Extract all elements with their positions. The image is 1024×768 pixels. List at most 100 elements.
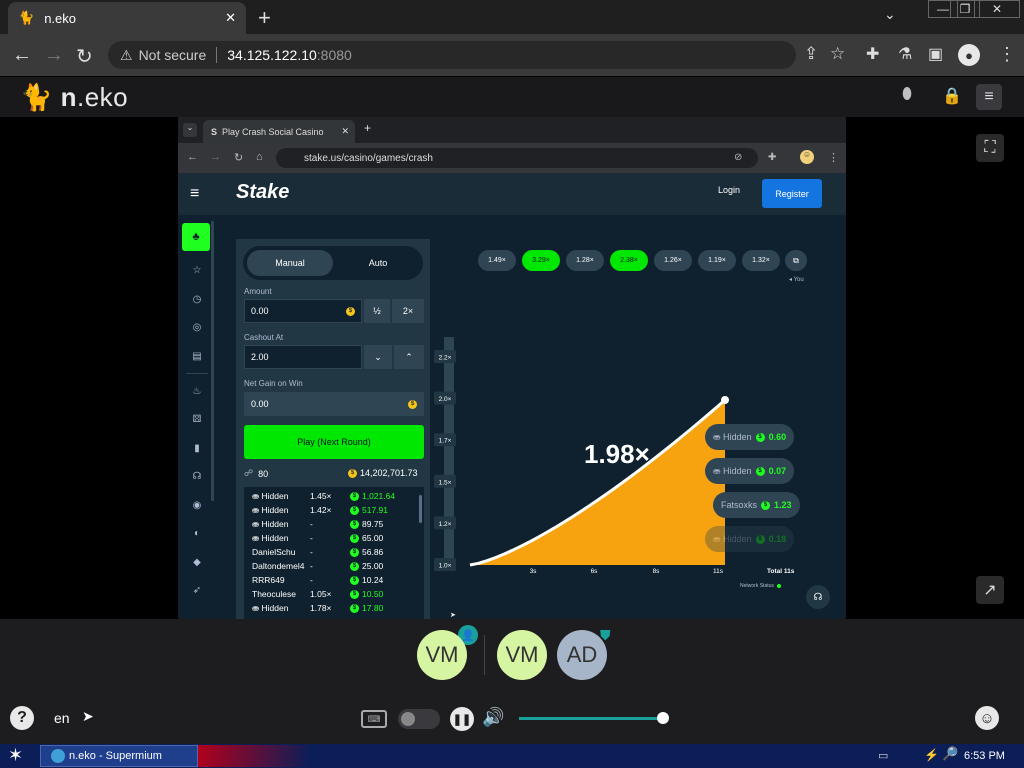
history-pill[interactable]: 1.32× (742, 250, 780, 271)
back-icon[interactable]: ← (12, 44, 32, 67)
history-pill[interactable]: 2.38× (610, 250, 648, 271)
history-pill[interactable]: 3.29× (522, 250, 560, 271)
cashout-amount: 1.23 (774, 500, 792, 510)
remote-stream[interactable]: ⌄ S Play Crash Social Casino ✕ + ← → ↻ ⌂… (178, 117, 846, 619)
inner-tab[interactable]: S Play Crash Social Casino ✕ (203, 120, 355, 143)
inner-forward-icon[interactable]: → (210, 151, 221, 163)
swirl-icon[interactable]: ◐ (190, 528, 204, 542)
labs-icon[interactable]: ⚗ (898, 44, 912, 64)
inner-menu-icon[interactable]: ⋮ (828, 151, 839, 164)
control-toggle[interactable] (398, 709, 440, 729)
side-panel-icon[interactable]: ▣ (928, 44, 943, 64)
player-name: DanielSchu (252, 547, 296, 557)
history-icon[interactable]: ⧉ (785, 250, 807, 271)
chip-icon[interactable]: ◉ (190, 500, 204, 514)
keyboard-tray-icon[interactable]: ▭ (878, 749, 888, 762)
stake-logo[interactable]: Stake (236, 181, 289, 204)
address-bar[interactable]: ⚠ Not secure 34.125.122.10:8080 (108, 41, 796, 69)
popout-icon[interactable]: ↗ (976, 576, 1004, 604)
bookmark-icon[interactable]: ▮ (190, 443, 204, 457)
tab-close-icon[interactable]: ✕ (225, 10, 236, 26)
cashout-up-icon[interactable]: ⌃ (394, 345, 424, 369)
auto-tab[interactable]: Auto (336, 250, 420, 276)
reload-icon[interactable]: ↻ (76, 44, 93, 69)
inner-address-bar[interactable]: stake.us/casino/games/crash (276, 148, 758, 168)
rocket-icon[interactable]: ➶ (190, 585, 204, 599)
double-button[interactable]: 2× (392, 299, 424, 323)
fire-icon[interactable]: ♨ (190, 386, 204, 400)
inner-profile-icon[interactable]: ☺ (800, 150, 814, 164)
user-avatar[interactable]: VM (417, 630, 467, 680)
start-icon[interactable]: ✶ (8, 745, 23, 766)
history-pill[interactable]: 1.19× (698, 250, 736, 271)
dice-icon[interactable]: ⚄ (190, 414, 204, 428)
history-pill[interactable]: 1.28× (566, 250, 604, 271)
support-headset-icon[interactable]: ☊ (806, 585, 830, 609)
profile-avatar-icon[interactable]: ● (958, 44, 980, 66)
cashout-down-icon[interactable]: ⌄ (364, 345, 392, 369)
bookmark-star-icon[interactable]: ☆ (830, 44, 845, 64)
coin-icon: $ (408, 399, 417, 409)
menu-kebab-icon[interactable]: ⋮ (998, 44, 1016, 65)
help-icon[interactable]: ? (10, 706, 34, 730)
new-tab-button[interactable]: + (258, 5, 271, 31)
challenges-icon[interactable]: ◎ (190, 322, 204, 336)
amount-input[interactable]: 0.00 $ (244, 299, 362, 323)
inner-tab-list-icon[interactable]: ⌄ (183, 123, 197, 137)
headset-icon[interactable]: ☊ (190, 471, 204, 485)
manual-tab[interactable]: Manual (247, 250, 333, 276)
search-tray-icon[interactable]: 🔎 (942, 746, 958, 762)
browser-tab[interactable]: 🐈 n.eko ✕ (8, 2, 246, 34)
cashout-input[interactable]: 2.00 (244, 345, 362, 369)
half-button[interactable]: ½ (364, 299, 390, 323)
share-icon[interactable]: ⇪ (804, 44, 818, 64)
coin-icon: $ (755, 432, 765, 442)
history-pill[interactable]: 1.26× (654, 250, 692, 271)
history-pill[interactable]: 1.49× (478, 250, 516, 271)
pause-icon[interactable]: ❚❚ (450, 707, 474, 731)
player-amount: $65.00 (350, 533, 383, 543)
volume-knob[interactable] (657, 712, 669, 724)
player-row: ⛂ Hidden 1.78× $17.80 (252, 601, 422, 615)
forward-icon[interactable]: → (44, 44, 64, 67)
volume-slider[interactable] (519, 712, 669, 724)
mouse-cursor-icon: ➤ (82, 708, 94, 724)
drop-icon[interactable]: ◆ (190, 557, 204, 571)
window-close-button[interactable]: ✕ (974, 0, 1020, 18)
net-gain-label: Net Gain on Win (244, 379, 303, 388)
neko-menu-button[interactable]: ≡ (976, 84, 1002, 110)
register-button[interactable]: Register (762, 179, 822, 208)
taskbar-task[interactable]: n.eko - Supermium (40, 745, 198, 767)
login-button[interactable]: Login (718, 185, 740, 195)
inner-tab-close-icon[interactable]: ✕ (341, 126, 349, 137)
player-row: ⛂ Hidden - $89.75 (252, 517, 422, 531)
network-tray-icon[interactable]: ⚡ (924, 748, 939, 762)
player-amount-value: 10.50 (362, 589, 384, 599)
inner-reload-icon[interactable]: ↻ (234, 151, 243, 164)
inner-new-tab-icon[interactable]: + (364, 121, 371, 135)
fullscreen-icon[interactable]: ⛶ (976, 134, 1004, 162)
language-selector[interactable]: en (54, 710, 70, 726)
recent-icon[interactable]: ◷ (190, 294, 204, 308)
user-avatar[interactable]: AD (557, 630, 607, 680)
lock-icon[interactable]: 🔒 (942, 86, 962, 106)
sidebar-scrollbar[interactable] (211, 221, 214, 501)
mouse-icon[interactable]: ⬮ (902, 86, 912, 104)
inner-back-icon[interactable]: ← (187, 151, 198, 163)
favourites-icon[interactable]: ☆ (190, 265, 204, 279)
hamburger-icon[interactable]: ≡ (190, 185, 199, 203)
casino-icon[interactable]: ♣ (182, 223, 210, 251)
user-avatar[interactable]: VM (497, 630, 547, 680)
volume-icon[interactable]: 🔊 (482, 707, 504, 728)
emoji-icon[interactable]: ☺ (975, 706, 999, 730)
inner-extensions-icon[interactable]: ✚ (768, 152, 776, 163)
inner-home-icon[interactable]: ⌂ (256, 151, 263, 163)
bets-icon[interactable]: ▤ (190, 351, 204, 365)
extensions-icon[interactable]: ✚ (866, 44, 879, 64)
player-name: Theoculese (252, 589, 296, 599)
player-multiplier: - (310, 519, 313, 529)
tab-search-chevron-icon[interactable]: ⌄ (884, 6, 896, 23)
eye-off-icon[interactable]: ⊘ (734, 152, 742, 163)
play-button[interactable]: Play (Next Round) (244, 425, 424, 459)
keyboard-icon[interactable]: ⌨ (361, 710, 387, 728)
